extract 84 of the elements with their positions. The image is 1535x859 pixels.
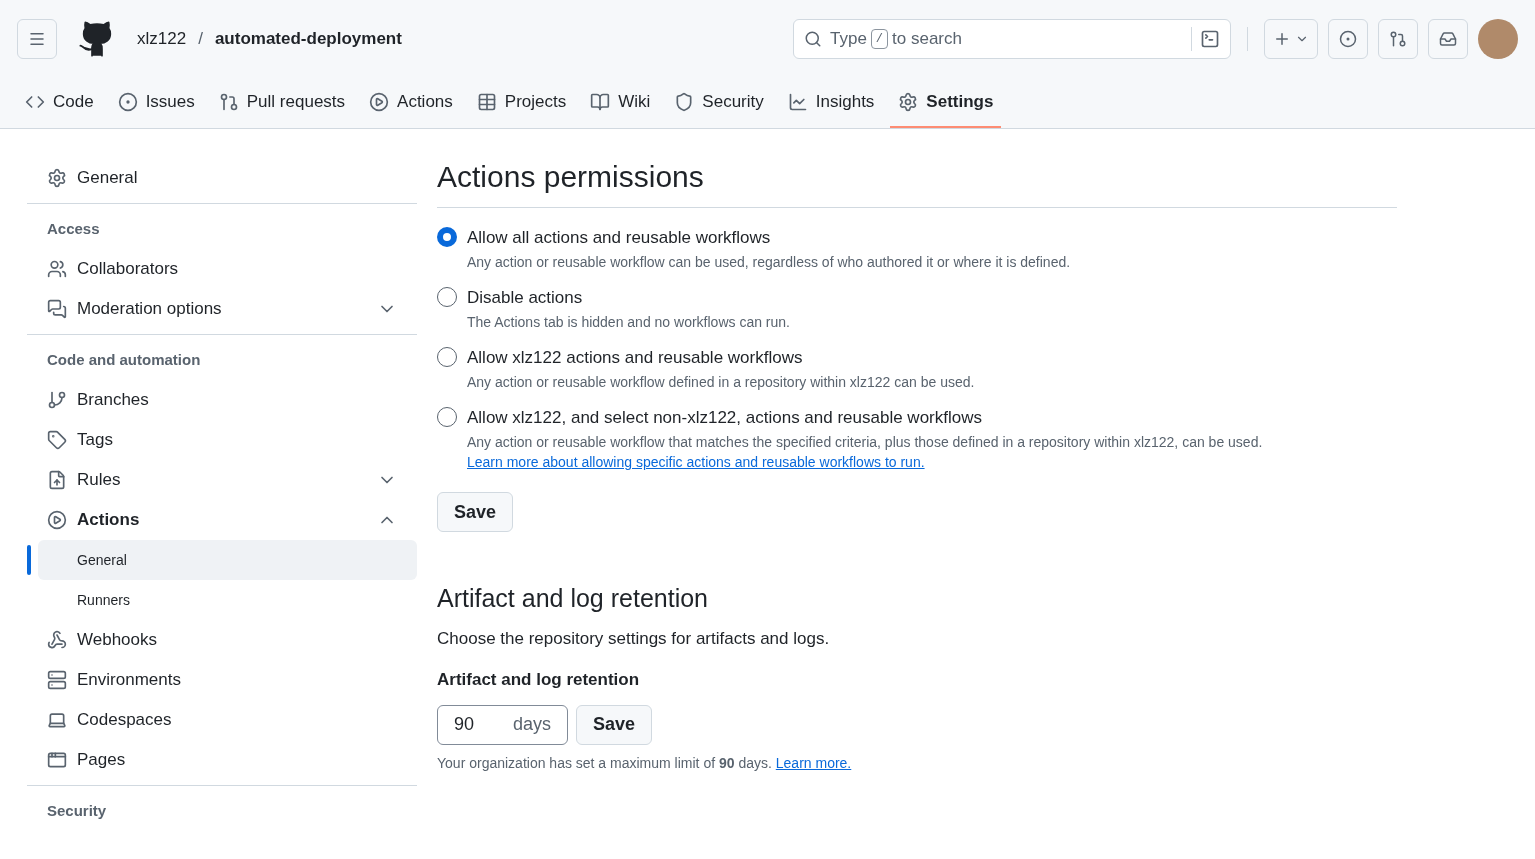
option-label[interactable]: Allow xlz122 actions and reusable workflows	[467, 346, 975, 370]
learn-more-link[interactable]: Learn more about allowing specific actions and reusable workflows to run.	[467, 454, 925, 470]
document-arrow-icon	[47, 470, 67, 490]
repo-tab[interactable]: Issues	[109, 78, 203, 128]
sidebar-subitem[interactable]: General	[38, 540, 417, 580]
option-label[interactable]: Disable actions	[467, 286, 790, 310]
graph-icon	[787, 92, 808, 112]
menu-button[interactable]	[17, 19, 57, 59]
search-hint: Type	[830, 28, 867, 51]
inbox-icon	[1439, 30, 1457, 48]
laptop-icon	[47, 710, 67, 730]
sidebar-item[interactable]: Pages	[27, 740, 417, 780]
create-button[interactable]	[1264, 19, 1318, 59]
slash-key: /	[870, 29, 889, 49]
selection-bar	[27, 545, 31, 575]
repo-tab[interactable]: Insights	[779, 78, 883, 128]
command-prompt-icon[interactable]	[1200, 29, 1220, 49]
retention-days-field[interactable]: 90 days	[437, 704, 568, 745]
field-label: Artifact and log retention	[437, 669, 641, 691]
menu-icon	[28, 30, 46, 48]
option-description: The Actions tab is hidden and no workflows can run.	[467, 313, 790, 332]
sidebar-heading: Access	[46, 218, 101, 239]
pull-requests-button[interactable]	[1378, 19, 1418, 59]
sidebar-item[interactable]: Branches	[27, 380, 417, 420]
table-icon	[476, 92, 497, 112]
tag-icon	[47, 430, 67, 450]
option-description: Any action or reusable workflow defined in a repository within xlz122 can be used.	[467, 373, 975, 392]
repo-tab[interactable]: Pull requests	[210, 78, 354, 128]
sidebar-item[interactable]: Rules	[27, 460, 417, 500]
comments-icon	[47, 299, 67, 319]
option-description: Any action or reusable workflow can be used, regardless of who authored it or where it is defined.	[467, 253, 1071, 272]
sidebar-item[interactable]: Webhooks	[27, 620, 417, 660]
learn-more-link[interactable]: Learn more.	[775, 754, 852, 771]
repo-tab[interactable]: Projects	[468, 78, 575, 128]
option-label[interactable]: Allow xlz122, and select non-xlz122, actions and reusable workflows	[467, 406, 1397, 430]
play-icon	[369, 92, 390, 112]
pull-request-icon	[218, 92, 239, 112]
sidebar-item[interactable]: Codespaces	[27, 700, 417, 740]
shield-icon	[674, 92, 695, 112]
inbox-button[interactable]	[1428, 19, 1468, 59]
option-label[interactable]: Allow all actions and reusable workflows	[467, 226, 1071, 250]
section-title: Actions permissions	[437, 154, 1397, 208]
repo-tab[interactable]: Settings	[890, 78, 1002, 128]
sidebar-item[interactable]: Environments	[27, 660, 417, 700]
sidebar-heading: Security	[46, 800, 108, 821]
sidebar-heading: Code and automation	[46, 349, 202, 370]
search-icon	[804, 30, 822, 48]
retention-note: Your organization has set a maximum limit of 90 days. Learn more.	[437, 753, 853, 773]
search-field[interactable]: Type / to search	[793, 19, 1231, 59]
plus-icon	[1273, 30, 1291, 48]
radio-button[interactable]	[437, 227, 457, 247]
server-icon	[47, 670, 67, 690]
sidebar-item[interactable]: Tags	[27, 420, 417, 460]
issues-button[interactable]	[1328, 19, 1368, 59]
owner-link[interactable]: xlz122	[137, 26, 187, 52]
sidebar-subitem[interactable]: Runners	[38, 580, 417, 620]
section-description: Choose the repository settings for artifacts and logs.	[437, 627, 831, 650]
play-icon	[47, 510, 67, 530]
settings-icon	[898, 92, 919, 112]
pull-request-icon	[1389, 30, 1407, 48]
repo-tab[interactable]: Actions	[361, 78, 461, 128]
people-icon	[47, 259, 67, 279]
option-description: Any action or reusable workflow that matches the specified criteria, plus those defined in a repository within xlz122, can be used. Learn more about allowing specific actions and reusable workflows to run.	[467, 433, 1264, 472]
repo-link[interactable]: automated-deployment	[214, 26, 402, 52]
sidebar-item[interactable]: Moderation options	[27, 289, 417, 329]
branch-icon	[47, 390, 67, 410]
save-button[interactable]: Save	[576, 704, 653, 745]
webhook-icon	[47, 630, 67, 650]
browser-window-icon	[47, 750, 67, 770]
book-icon	[590, 92, 611, 112]
save-button[interactable]: Save	[437, 492, 514, 532]
avatar[interactable]	[1478, 19, 1518, 59]
repo-tab[interactable]: Wiki	[582, 78, 659, 128]
settings-icon	[47, 168, 67, 188]
sidebar-item[interactable]: Collaborators	[27, 249, 417, 289]
search-hint: to search	[892, 28, 962, 51]
circle-dot-icon	[117, 92, 138, 112]
path-separator: /	[198, 28, 203, 51]
section-title: Artifact and log retention	[437, 583, 709, 614]
circle-dot-icon	[1339, 30, 1357, 48]
repo-tab[interactable]: Security	[666, 78, 772, 128]
sidebar-item[interactable]: Actions	[27, 500, 417, 540]
repo-tab[interactable]: Code	[17, 78, 102, 128]
sidebar-item[interactable]: General	[27, 158, 417, 198]
